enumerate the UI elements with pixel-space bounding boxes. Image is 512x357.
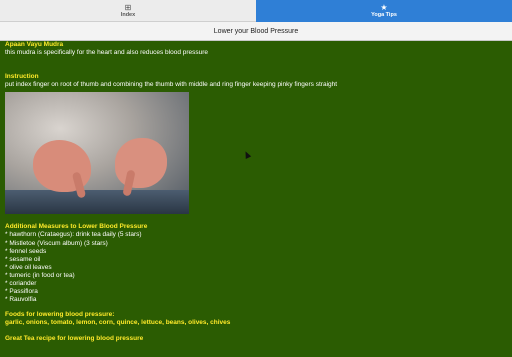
measure-item: * olive oil leaves xyxy=(5,263,52,271)
grid-icon: ⊞ xyxy=(124,2,132,12)
tab-index[interactable]: ⊞ Index xyxy=(0,0,256,22)
mudra-hands-photo xyxy=(5,92,189,215)
star-icon: ★ xyxy=(380,3,388,12)
instruction-heading: Instruction xyxy=(5,73,39,81)
instruction-text: put index finger on root of thumb and co… xyxy=(5,81,338,89)
measure-item: * sesame oil xyxy=(5,255,41,263)
measures-heading: Additional Measures to Lower Blood Press… xyxy=(5,223,148,231)
article-content: Apaan Vayu Mudra this mudra is specifica… xyxy=(5,41,505,343)
tab-index-label: Index xyxy=(120,11,136,18)
measure-item: * tumeric (in food or tea) xyxy=(5,271,75,279)
tab-yoga-tips-label: Yoga Tips xyxy=(371,12,397,18)
measure-item: * Rauvolfia xyxy=(5,296,37,304)
tea-recipe-heading: Great Tea recipe for lowering blood pres… xyxy=(5,334,144,342)
mudra-description: this mudra is specifically for the heart… xyxy=(5,49,209,57)
measure-item: * fennel seeds xyxy=(5,247,47,255)
measure-item: * hawthorn (Crataegus): drink tea daily … xyxy=(5,231,142,239)
tab-yoga-tips[interactable]: ★ Yoga Tips xyxy=(256,0,512,22)
measure-item: * Mistletoe (Viscum album) (3 stars) xyxy=(5,239,108,247)
foods-list: garlic, onions, tomato, lemon, corn, qui… xyxy=(5,319,231,327)
page-title: Lower your Blood Pressure xyxy=(0,22,512,41)
measure-item: * coriander xyxy=(5,280,37,288)
mudra-heading: Apaan Vayu Mudra xyxy=(5,41,64,48)
tab-bar: ⊞ Index ★ Yoga Tips xyxy=(0,0,512,22)
measure-item: * Passiflora xyxy=(5,288,38,296)
foods-heading: Foods for lowering blood pressure: xyxy=(5,311,115,319)
